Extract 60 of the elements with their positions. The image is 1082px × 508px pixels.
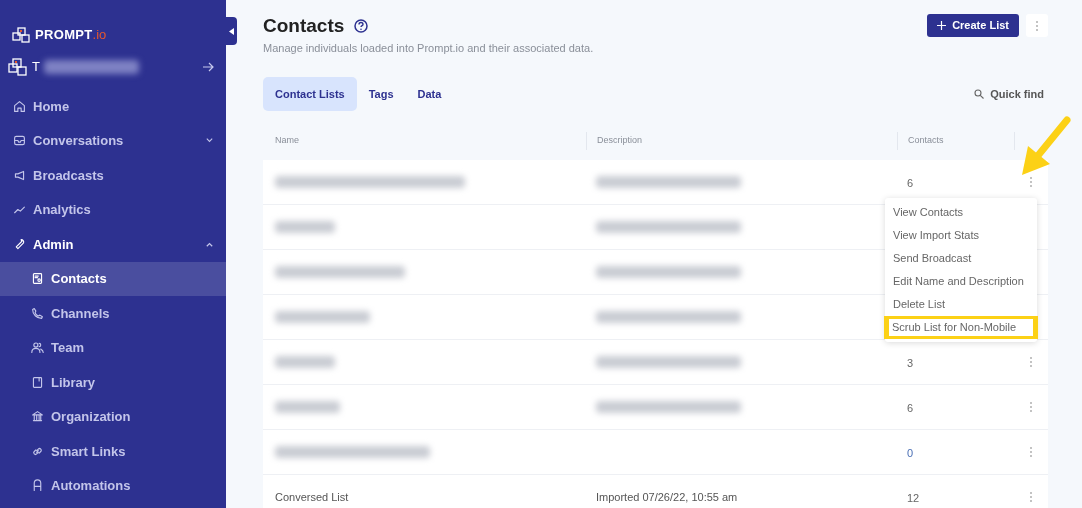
tab[interactable]: Contact Lists bbox=[263, 77, 357, 111]
menu-item[interactable]: Scrub List for Non-Mobile bbox=[889, 319, 1033, 336]
tab[interactable]: Data bbox=[405, 77, 454, 111]
sidebar-item[interactable]: Channels bbox=[0, 296, 226, 331]
menu-item[interactable]: Send Broadcast bbox=[893, 250, 972, 267]
people-icon bbox=[31, 341, 44, 355]
caret-left-icon bbox=[229, 27, 234, 35]
home-icon bbox=[13, 99, 26, 113]
column-header: Description bbox=[597, 134, 643, 148]
sidebar-item[interactable]: Team bbox=[0, 330, 226, 365]
contact-card-icon bbox=[31, 272, 44, 286]
sidebar-item[interactable]: Organization bbox=[0, 399, 226, 434]
wrench-icon bbox=[13, 237, 26, 251]
tray-icon bbox=[13, 134, 26, 148]
bank-icon bbox=[31, 410, 44, 424]
workspace-name: T bbox=[32, 58, 40, 77]
sidebar-item[interactable]: Admin bbox=[0, 227, 226, 262]
logo-suffix: .io bbox=[92, 25, 107, 44]
sidebar-item[interactable]: Conversations bbox=[0, 123, 226, 158]
menu-item[interactable]: Delete List bbox=[893, 296, 945, 313]
table-cell: 0 bbox=[907, 447, 914, 459]
quick-find-button[interactable]: Quick find bbox=[974, 85, 1044, 103]
help-icon bbox=[354, 19, 369, 33]
tab[interactable]: Tags bbox=[356, 77, 406, 111]
page-title: Contacts bbox=[263, 14, 345, 38]
sidebar-item[interactable]: Broadcasts bbox=[0, 158, 226, 193]
arrow-right-icon bbox=[202, 61, 214, 73]
phone-icon bbox=[31, 306, 44, 320]
megaphone-icon bbox=[13, 168, 26, 182]
book-icon bbox=[31, 375, 44, 389]
plus-icon bbox=[937, 21, 947, 30]
blurred-text bbox=[275, 356, 335, 368]
sidebar-item[interactable]: Automations bbox=[0, 468, 226, 503]
sidebar-item[interactable]: Home bbox=[0, 89, 226, 124]
workspace-icon bbox=[8, 57, 30, 77]
menu-item[interactable]: View Import Stats bbox=[893, 227, 979, 244]
menu-item[interactable]: Edit Name and Description bbox=[893, 273, 1024, 290]
table-cell-text: Conversed List bbox=[275, 489, 349, 505]
table-cell: 6 bbox=[907, 177, 914, 189]
sidebar-item[interactable]: Analytics bbox=[0, 192, 226, 227]
sidebar-item[interactable]: Library bbox=[0, 365, 226, 400]
search-icon bbox=[974, 89, 985, 99]
menu-item[interactable]: View Contacts bbox=[893, 204, 964, 221]
table-cell-text: Imported 07/26/22, 10:55 am bbox=[596, 489, 738, 505]
more-options-button[interactable] bbox=[1026, 14, 1048, 37]
logo-icon bbox=[12, 26, 32, 43]
page-subtitle: Manage individuals loaded into Prompt.io and their associated data. bbox=[263, 41, 595, 56]
table-cell: 3 bbox=[907, 357, 914, 369]
table-cell: 12 bbox=[907, 492, 920, 504]
collapse-handle[interactable] bbox=[226, 17, 237, 45]
logo-text: PROMPT bbox=[35, 25, 93, 44]
table-cell: 6 bbox=[907, 402, 914, 414]
column-header: Contacts bbox=[908, 134, 944, 148]
sidebar-item[interactable]: Contacts bbox=[0, 261, 226, 296]
sidebar-item[interactable]: Smart Links bbox=[0, 434, 226, 469]
create-list-button[interactable]: Create List bbox=[927, 14, 1019, 37]
workspace-switcher[interactable]: T bbox=[0, 45, 226, 89]
column-header: Name bbox=[275, 134, 299, 148]
blurred-text bbox=[275, 221, 335, 233]
blurred-text bbox=[275, 401, 340, 413]
